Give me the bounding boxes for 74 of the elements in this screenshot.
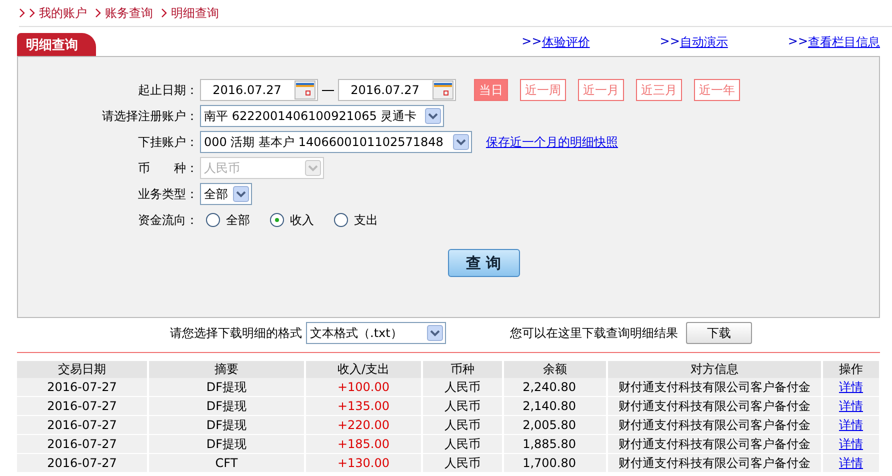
download-button[interactable]: 下载 [686,322,752,344]
chevron-icon [95,8,101,18]
table-cell: 人民币 [444,380,480,394]
table-cell: +135.00 [337,399,390,413]
column-header: 余额 [503,361,607,378]
field-label: 起止日期： [137,82,199,98]
link-prefix: >> [660,34,680,50]
calendar-icon[interactable] [431,80,455,100]
column-header: 币种 [422,361,503,378]
table-cell: DF提现 [206,380,247,394]
column-header: 操作 [822,361,880,378]
table-cell: 2016-07-27 [47,418,117,432]
table-cell: 人民币 [444,456,480,470]
table-cell: 财付通支付科技有限公司客户备付金 [618,456,810,470]
radio-label: 收入 [290,212,314,228]
section-tab[interactable]: 明细查询 [17,33,96,56]
format-label: 请您选择下载明细的格式 [170,324,302,342]
field-label: 币 种： [137,160,199,176]
table-cell: 2,140.80 [522,399,576,413]
table-cell: 2016-07-27 [47,399,117,413]
radio-button[interactable] [334,213,348,227]
table-cell: 2016-07-27 [47,380,117,394]
table-cell: 财付通支付科技有限公司客户备付金 [618,418,810,432]
table-cell: 2016-07-27 [47,437,117,451]
link-prefix: >> [788,34,808,50]
field-label: 资金流向： [137,212,199,228]
table-cell: 财付通支付科技有限公司客户备付金 [618,398,810,412]
table-cell: 财付通支付科技有限公司客户备付金 [618,380,810,394]
table-cell: DF提现 [206,418,247,432]
query-button[interactable]: 查 询 [448,249,520,277]
header-link[interactable]: 体验评价 [542,34,590,51]
radio-button[interactable] [206,213,220,227]
end-date-field[interactable]: 2016.07.27 [338,79,456,101]
column-header: 收入/支出 [305,361,422,378]
link-prefix: >> [522,34,542,50]
download-hint: 您可以在这里下载查询明细结果 [510,324,678,342]
table-cell: +130.00 [337,456,390,470]
header-link[interactable]: 自动演示 [680,34,728,51]
field-label: 下挂账户： [137,134,199,150]
format-dropdown[interactable]: 文本格式（.txt） [306,322,446,344]
table-cell: 人民币 [444,436,480,450]
field-label: 请选择注册账户： [101,108,199,124]
table-cell: +100.00 [337,380,390,394]
snapshot-link[interactable]: 保存近一个月的明细快照 [486,134,618,150]
column-header: 对方信息 [607,361,822,378]
table-cell: DF提现 [206,436,247,450]
table-cell: 1,885.80 [522,437,576,451]
radio-button[interactable] [270,213,284,227]
breadcrumb-link[interactable]: 账务查询 [105,4,153,22]
table-cell: 2,240.80 [522,380,576,394]
table-cell: CFT [215,456,238,470]
table-cell: 财付通支付科技有限公司客户备付金 [618,436,810,450]
breadcrumb-link[interactable]: 明细查询 [171,4,219,22]
calendar-icon[interactable] [293,80,317,100]
dropdown[interactable]: 000 活期 基本户 1406600101102571848 [200,131,472,153]
start-date-field[interactable]: 2016.07.27 [200,79,318,101]
header-link[interactable]: 查看栏目信息 [808,34,880,51]
table-cell: +220.00 [337,418,390,432]
table-cell: 2016-07-27 [47,456,117,470]
breadcrumb-link[interactable]: 我的账户 [39,4,87,22]
table-cell: 2,005.80 [522,418,576,432]
dropdown[interactable]: 全部 [200,183,252,205]
table-cell: 1,700.80 [522,456,576,470]
chevron-icon [161,8,167,18]
field-label: 业务类型： [137,186,199,202]
table-cell: 人民币 [444,418,480,432]
table-cell: +185.00 [337,437,390,451]
table-cell: DF提现 [206,398,247,412]
dropdown[interactable]: 南平 6222001406100921065 灵通卡 [200,105,444,127]
column-header: 交易日期 [17,361,148,378]
table-cell: 人民币 [444,398,480,412]
radio-label: 支出 [354,212,378,228]
radio-label: 全部 [226,212,250,228]
column-header: 摘要 [148,361,305,378]
